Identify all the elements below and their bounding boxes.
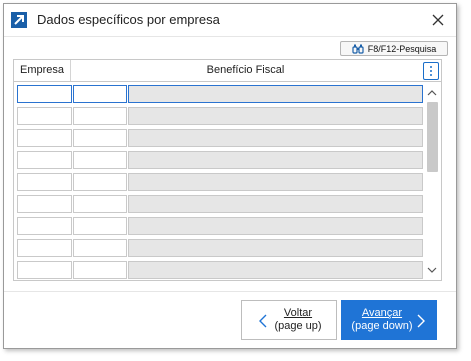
table-row — [17, 84, 423, 106]
chevron-left-icon — [256, 312, 270, 330]
back-label-main: Voltar — [283, 307, 313, 319]
table-row — [17, 260, 423, 282]
table-row — [17, 128, 423, 150]
beneficio-cell — [128, 173, 423, 191]
grid-header: Empresa Benefício Fiscal — [14, 60, 441, 82]
table-row — [17, 216, 423, 238]
data-grid: Empresa Benefício Fiscal — [13, 59, 442, 281]
empresa-cell[interactable] — [17, 217, 72, 235]
secondary-cell[interactable] — [73, 129, 127, 147]
vertical-scrollbar[interactable] — [424, 82, 440, 279]
beneficio-cell — [128, 217, 423, 235]
beneficio-cell — [128, 129, 423, 147]
empresa-cell[interactable] — [17, 195, 72, 213]
empresa-cell[interactable] — [17, 129, 72, 147]
next-label-main: Avançar — [361, 307, 403, 319]
table-row — [17, 150, 423, 172]
scroll-down-button[interactable] — [424, 263, 440, 277]
grid-rows — [17, 84, 423, 282]
beneficio-cell — [128, 239, 423, 257]
secondary-cell[interactable] — [73, 217, 127, 235]
kebab-menu-icon[interactable] — [423, 62, 439, 80]
secondary-cell[interactable] — [73, 261, 127, 279]
chevron-down-icon — [427, 267, 437, 273]
empresa-cell[interactable] — [17, 173, 72, 191]
beneficio-cell — [128, 261, 423, 279]
dialog-title: Dados específicos por empresa — [37, 12, 220, 27]
title-bar: Dados específicos por empresa — [4, 4, 456, 36]
search-button[interactable]: F8/F12-Pesquisa — [340, 41, 448, 56]
chevron-right-icon — [414, 312, 428, 330]
beneficio-cell — [128, 85, 423, 103]
empresa-cell[interactable] — [17, 151, 72, 169]
next-button[interactable]: Avançar (page down) — [341, 300, 437, 340]
scrollbar-thumb[interactable] — [427, 102, 438, 172]
binoculars-icon — [352, 44, 364, 54]
secondary-cell[interactable] — [73, 107, 127, 125]
column-header-beneficio-fiscal[interactable]: Benefício Fiscal — [71, 60, 420, 81]
column-header-empresa[interactable]: Empresa — [14, 60, 71, 81]
beneficio-cell — [128, 195, 423, 213]
table-row — [17, 172, 423, 194]
empresa-cell[interactable] — [17, 107, 72, 125]
chevron-up-icon — [427, 90, 437, 96]
empresa-cell[interactable] — [17, 85, 72, 103]
secondary-cell[interactable] — [73, 173, 127, 191]
search-button-label: F8/F12-Pesquisa — [367, 43, 437, 54]
empresa-cell[interactable] — [17, 239, 72, 257]
table-row — [17, 238, 423, 260]
table-row — [17, 194, 423, 216]
back-label-shortcut: (page up) — [274, 320, 322, 332]
beneficio-cell — [128, 107, 423, 125]
footer-divider — [4, 291, 456, 292]
secondary-cell[interactable] — [73, 85, 127, 103]
next-label-shortcut: (page down) — [351, 320, 413, 332]
close-button[interactable] — [428, 10, 448, 30]
table-row — [17, 106, 423, 128]
beneficio-cell — [128, 151, 423, 169]
back-button[interactable]: Voltar (page up) — [241, 300, 337, 340]
secondary-cell[interactable] — [73, 151, 127, 169]
arrow-northeast-icon — [11, 12, 27, 28]
secondary-cell[interactable] — [73, 195, 127, 213]
title-divider — [4, 36, 456, 37]
scroll-up-button[interactable] — [424, 86, 440, 100]
secondary-cell[interactable] — [73, 239, 127, 257]
dialog-window: Dados específicos por empresa F8/F12-Pes… — [3, 3, 457, 349]
close-icon — [432, 14, 444, 26]
empresa-cell[interactable] — [17, 261, 72, 279]
